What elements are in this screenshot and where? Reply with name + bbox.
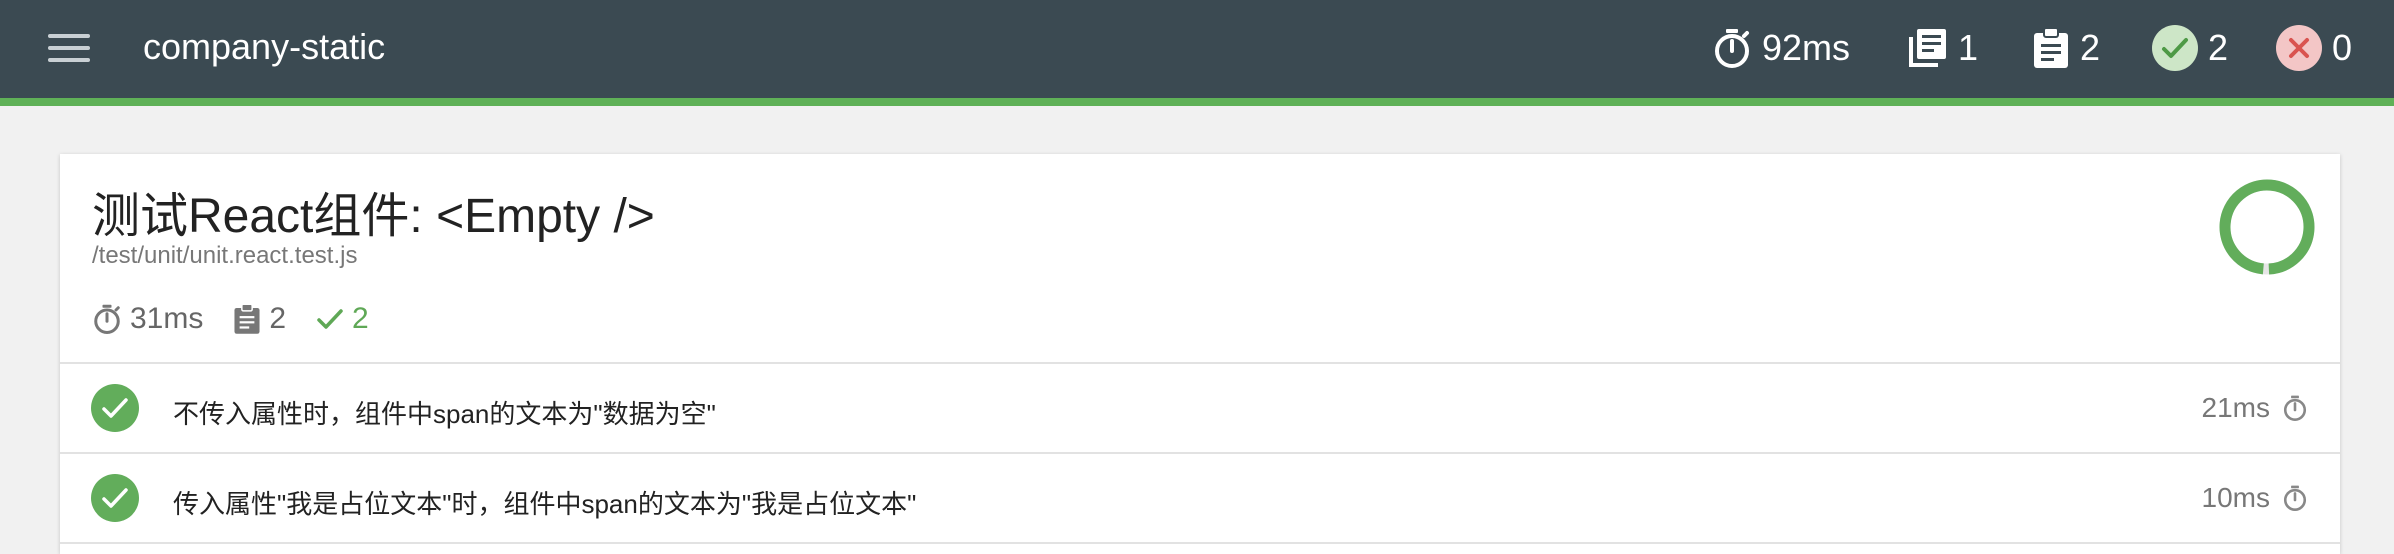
check-circle-icon [91, 474, 139, 522]
test-name: 传入属性"我是占位文本"时，组件中span的文本为"我是占位文本" [173, 489, 917, 519]
header-failed-value: 0 [2332, 27, 2353, 68]
suite-passed-stat: 2 [316, 302, 369, 336]
stopwatch-icon [94, 304, 120, 334]
header-tests-value: 2 [2080, 27, 2101, 68]
header-passed-stat: 2 [2152, 22, 2228, 74]
suite-file-path: /test/unit/unit.react.test.js [92, 242, 358, 269]
suite-tests-value: 2 [269, 302, 287, 335]
test-row[interactable]: 传入属性"我是占位文本"时，组件中span的文本为"我是占位文本" 10ms [60, 454, 2340, 542]
header-tests-stat: 2 [2032, 22, 2100, 74]
header-suites-stat: 1 [1906, 22, 1978, 74]
suite-progress-ring [2219, 179, 2315, 275]
test-duration-value: 10ms [2201, 482, 2270, 513]
stopwatch-icon [2283, 485, 2307, 512]
header-duration-value: 92ms [1762, 27, 1851, 68]
header-passed-value: 2 [2208, 27, 2229, 68]
app-header: company-static 92ms 1 2 2 0 [0, 0, 2394, 106]
suite-progress-arc [2219, 179, 2315, 275]
check-circle-icon [2152, 25, 2198, 71]
clipboard-icon [234, 303, 260, 334]
hamburger-menu-icon[interactable] [48, 34, 90, 64]
suite-passed-value: 2 [352, 302, 369, 335]
library-books-icon [1909, 29, 1946, 67]
test-duration-value: 21ms [2201, 392, 2270, 423]
suite-stats: 31ms 2 2 [92, 300, 399, 338]
test-duration: 10ms [2202, 482, 2308, 514]
header-suites-value: 1 [1958, 27, 1979, 68]
app-title: company-static [143, 26, 386, 67]
clipboard-icon [2034, 27, 2068, 68]
suite-title: 测试React组件: <Empty /> [92, 190, 655, 243]
check-circle-icon [91, 384, 139, 432]
test-duration: 21ms [2202, 392, 2308, 424]
check-icon [317, 309, 343, 329]
stopwatch-icon [1715, 29, 1749, 68]
stopwatch-icon [2283, 395, 2307, 422]
test-name: 不传入属性时，组件中span的文本为"数据为空" [173, 399, 716, 429]
close-circle-icon [2276, 25, 2322, 71]
header-failed-stat: 0 [2276, 22, 2352, 74]
suite-card: 测试React组件: <Empty /> /test/unit/unit.rea… [60, 154, 2340, 554]
suite-duration-value: 31ms [130, 302, 204, 335]
suite-tests-stat: 2 [233, 302, 286, 336]
header-duration-stat: 92ms [1712, 22, 1850, 74]
suite-duration-stat: 31ms [92, 302, 203, 336]
test-row[interactable]: 不传入属性时，组件中span的文本为"数据为空" 21ms [60, 364, 2340, 452]
